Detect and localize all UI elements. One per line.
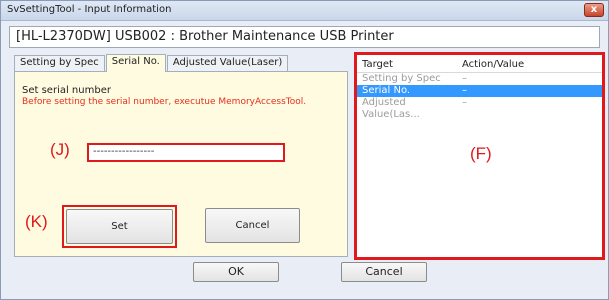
device-header-field: [HL-L2370DW] USB002 : Brother Maintenanc… <box>9 26 600 48</box>
list-item[interactable]: Adjusted Value(Las... – <box>357 97 602 120</box>
panel-cancel-button[interactable]: Cancel <box>205 208 300 243</box>
list-item-target: Serial No. <box>362 85 411 96</box>
window-title: SvSettingTool - Input Information <box>7 4 172 15</box>
callout-f: (F) <box>470 144 492 163</box>
list-item-target: Adjusted Value(Las... <box>362 97 420 120</box>
column-target: Target <box>362 59 393 70</box>
close-icon[interactable]: x <box>584 3 604 17</box>
tab-serial-no[interactable]: Serial No. <box>105 54 166 72</box>
target-list-header: Target Action/Value <box>357 58 602 73</box>
callout-j: (J) <box>50 140 70 159</box>
cancel-button[interactable]: Cancel <box>341 262 427 282</box>
list-item-target: Setting by Spec <box>362 73 441 84</box>
list-item-selected[interactable]: Serial No. – <box>357 85 602 97</box>
list-item-value: – <box>462 73 467 84</box>
title-bar[interactable]: SvSettingTool - Input Information x <box>1 1 608 21</box>
list-item-value: – <box>462 97 467 108</box>
ok-button[interactable]: OK <box>193 262 279 282</box>
callout-k: (K) <box>25 212 48 231</box>
target-list[interactable]: Target Action/Value Setting by Spec – Se… <box>354 52 605 260</box>
tab-adjusted-value-laser[interactable]: Adjusted Value(Laser) <box>166 55 289 71</box>
tab-setting-by-spec[interactable]: Setting by Spec <box>14 55 105 71</box>
list-item[interactable]: Setting by Spec – <box>357 73 602 85</box>
set-button[interactable]: Set <box>66 209 173 244</box>
tab-strip: Setting by Spec Serial No. Adjusted Valu… <box>14 54 289 72</box>
serial-number-panel: Set serial number Before setting the ser… <box>14 71 348 257</box>
list-item-value: – <box>462 85 467 96</box>
memory-access-warning: Before setting the serial number, execut… <box>22 97 307 107</box>
serial-number-input[interactable]: ----------------- <box>87 143 285 162</box>
dialog-window: SvSettingTool - Input Information x [HL-… <box>0 0 609 300</box>
serial-number-label: Set serial number <box>22 85 111 96</box>
column-action-value: Action/Value <box>462 59 525 70</box>
